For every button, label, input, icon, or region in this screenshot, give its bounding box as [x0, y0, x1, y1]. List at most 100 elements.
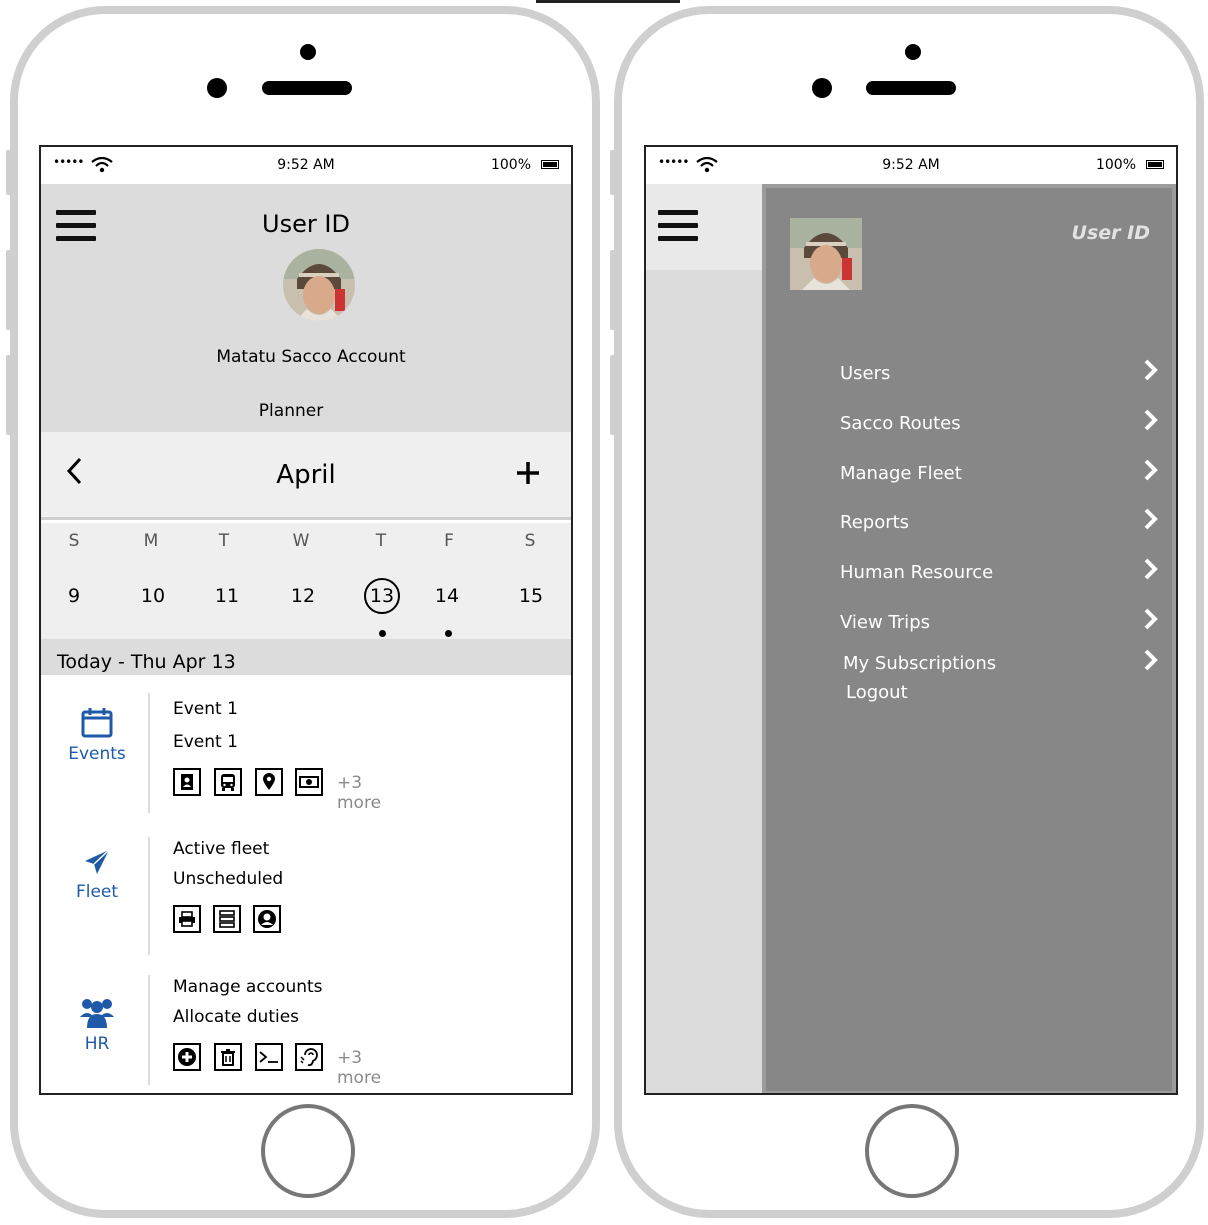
- calendar-day[interactable]: 9: [54, 585, 94, 607]
- bus-icon[interactable]: [214, 768, 242, 796]
- menu-item-label: Manage Fleet: [840, 463, 962, 484]
- menu-item-human-resource[interactable]: Human Resource: [840, 558, 1160, 588]
- user-circle-icon[interactable]: [253, 905, 281, 933]
- events-nav[interactable]: Events: [67, 705, 127, 764]
- hearing-icon[interactable]: [295, 1043, 323, 1071]
- menu-item-label: Users: [840, 363, 891, 384]
- avatar[interactable]: [790, 218, 862, 290]
- today-header: Today - Thu Apr 13: [41, 639, 571, 675]
- user-id-title: User ID: [262, 210, 350, 238]
- server-icon[interactable]: [213, 905, 241, 933]
- volume-down-button: [610, 355, 615, 435]
- menu-item-label: Sacco Routes: [840, 413, 961, 434]
- calendar-day-selected[interactable]: 13: [362, 585, 402, 607]
- month-label: April: [276, 460, 336, 490]
- menu-item-view-trips[interactable]: View Trips: [840, 608, 1160, 638]
- menu-item-label: Reports: [840, 512, 910, 533]
- hr-line[interactable]: Allocate duties: [173, 1007, 299, 1027]
- hamburger-menu-icon[interactable]: [658, 210, 698, 242]
- chevron-right-icon: [1144, 649, 1158, 677]
- speaker-icon: [866, 81, 956, 95]
- weekday-label: S: [524, 531, 536, 551]
- money-icon[interactable]: [295, 768, 323, 796]
- drawer-user-id: User ID: [1071, 222, 1150, 244]
- status-bar: ••••• 9:52 AM 100%: [41, 147, 571, 184]
- calendar-day[interactable]: 15: [511, 585, 551, 607]
- volume-down-button: [6, 355, 11, 435]
- fleet-line[interactable]: Unscheduled: [173, 869, 283, 889]
- week-strip: S M T W T F S 9 10 11 12 13 14 15: [41, 523, 571, 639]
- weekday-label: M: [143, 531, 159, 551]
- menu-item-sacco-routes[interactable]: Sacco Routes: [840, 409, 1160, 439]
- terminal-icon[interactable]: [255, 1043, 283, 1071]
- mute-switch: [610, 150, 615, 195]
- menu-item-my-subscriptions[interactable]: My Subscriptions: [843, 649, 1163, 679]
- calendar-day[interactable]: 12: [283, 585, 323, 607]
- chevron-right-icon: [1144, 608, 1158, 636]
- weekday-label: W: [292, 531, 310, 551]
- chevron-right-icon: [1144, 409, 1158, 437]
- volume-up-button: [610, 250, 615, 330]
- plus-icon[interactable]: [515, 456, 541, 494]
- map-marker-icon[interactable]: [255, 768, 283, 796]
- planner-title: Planner: [258, 401, 324, 421]
- menu-item-reports[interactable]: Reports: [840, 508, 1160, 538]
- plus-circle-icon[interactable]: [173, 1043, 201, 1071]
- profile-header: User ID Matatu Sacco Account Planner: [41, 184, 571, 432]
- calendar-day[interactable]: 11: [207, 585, 247, 607]
- navigation-drawer: User ID Users Sacco Routes Manage Fleet …: [762, 184, 1176, 1093]
- plane-icon: [85, 849, 110, 874]
- hr-label: HR: [84, 1034, 110, 1054]
- trash-icon[interactable]: [214, 1043, 242, 1071]
- logout-link[interactable]: Logout: [846, 682, 908, 703]
- event-dot-icon: [379, 630, 386, 637]
- fleet-nav[interactable]: Fleet: [67, 847, 127, 902]
- chevron-right-icon: [1144, 359, 1158, 387]
- print-icon[interactable]: [173, 905, 201, 933]
- front-camera-icon: [300, 44, 316, 60]
- more-actions-link[interactable]: +3 more: [337, 1048, 381, 1088]
- calendar-icon: [81, 708, 113, 738]
- menu-item-label: View Trips: [840, 612, 930, 633]
- dimmed-content[interactable]: [646, 270, 762, 1093]
- chevron-left-icon[interactable]: [65, 456, 83, 494]
- section-divider: [148, 975, 150, 1085]
- event-line[interactable]: Event 1: [173, 732, 238, 752]
- phone-frame-left: ••••• 9:52 AM 100% User ID Matatu Sacco …: [10, 6, 600, 1218]
- mute-switch: [6, 150, 11, 195]
- sensor-icon: [812, 78, 832, 98]
- avatar[interactable]: [283, 249, 355, 321]
- front-camera-icon: [905, 44, 921, 60]
- weekday-label: F: [444, 531, 454, 551]
- more-actions-link[interactable]: +3 more: [337, 773, 381, 813]
- menu-item-manage-fleet[interactable]: Manage Fleet: [840, 459, 1160, 489]
- home-button[interactable]: [865, 1104, 959, 1198]
- hr-line[interactable]: Manage accounts: [173, 977, 323, 997]
- chevron-right-icon: [1144, 508, 1158, 536]
- battery-level: 100%: [490, 157, 531, 173]
- battery-icon: [541, 160, 559, 169]
- battery-icon: [1146, 160, 1164, 169]
- calendar-day[interactable]: 14: [427, 585, 467, 607]
- weekday-label: S: [68, 531, 80, 551]
- planner-screen: ••••• 9:52 AM 100% User ID Matatu Sacco …: [39, 145, 573, 1095]
- section-divider: [148, 693, 150, 813]
- battery-level: 100%: [1095, 157, 1136, 173]
- event-dot-icon: [445, 630, 452, 637]
- contact-book-icon[interactable]: [173, 768, 201, 796]
- calendar-day[interactable]: 10: [133, 585, 173, 607]
- home-button[interactable]: [261, 1104, 355, 1198]
- event-line[interactable]: Event 1: [173, 699, 238, 719]
- users-icon: [80, 999, 114, 1028]
- menu-item-users[interactable]: Users: [840, 359, 1160, 389]
- account-name: Matatu Sacco Account: [216, 347, 406, 367]
- sensor-icon: [207, 78, 227, 98]
- month-navigator: April: [41, 432, 571, 520]
- hr-nav[interactable]: HR: [67, 997, 127, 1054]
- hamburger-menu-icon[interactable]: [56, 210, 96, 242]
- fleet-section: Fleet Active fleet Unscheduled: [41, 827, 571, 957]
- chevron-right-icon: [1144, 459, 1158, 487]
- speaker-icon: [262, 81, 352, 95]
- weekday-label: T: [218, 531, 230, 551]
- fleet-line[interactable]: Active fleet: [173, 839, 269, 859]
